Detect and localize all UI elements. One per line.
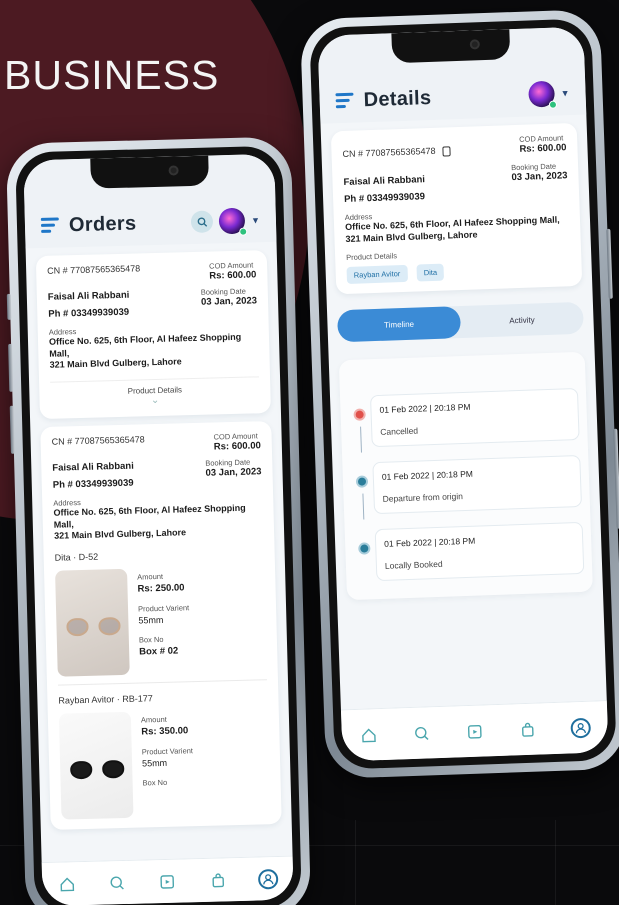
variant-value: 55mm: [138, 615, 164, 626]
status-dot-icon: [358, 542, 371, 556]
booking-value: 03 Jan, 2023: [200, 295, 258, 308]
product-heading: Dita · D-52: [54, 551, 99, 563]
sunglasses-icon: [70, 760, 125, 781]
phone-side-button: [613, 428, 619, 529]
product-heading: Rayban Avitor · RB-177: [58, 693, 153, 706]
hero-title: BUSINESS: [4, 52, 220, 98]
menu-icon[interactable]: [335, 92, 356, 110]
product-image: [58, 711, 134, 820]
amount-label: Amount: [137, 572, 164, 582]
booking-value: 03 Jan, 2023: [511, 170, 568, 184]
search-icon[interactable]: [107, 872, 128, 893]
bottom-nav: [340, 700, 609, 762]
menu-icon[interactable]: [40, 217, 61, 234]
online-status-icon: [239, 227, 248, 236]
cn-number: CN # 77087565365478: [47, 263, 141, 276]
order-card[interactable]: CN # 77087565365478 COD Amount Rs: 600.0…: [35, 250, 271, 420]
booking-value: 03 Jan, 2023: [205, 466, 262, 479]
phone-notch: [391, 29, 511, 64]
amount-value: Rs: 250.00: [137, 582, 185, 595]
home-icon[interactable]: [358, 725, 379, 746]
timeline-panel: 01 Feb 2022 | 20:18 PM Cancelled 01 Feb …: [338, 352, 593, 601]
timeline-status: Cancelled: [380, 425, 419, 438]
cod-value: Rs: 600.00: [209, 269, 257, 282]
customer-name: Faisal Ali Rabbani: [52, 460, 134, 474]
avatar[interactable]: [218, 207, 248, 236]
variant-label: Product Varient: [137, 603, 190, 614]
cod-value: Rs: 600.00: [519, 142, 567, 155]
variant-label: Product Varient: [141, 746, 194, 757]
amount-value: Rs: 350.00: [141, 725, 189, 738]
detail-card: CN # 77087565365478 COD Amount Rs: 600.0…: [330, 122, 583, 295]
avatar[interactable]: [528, 80, 558, 109]
tab-switcher: Timeline Activity: [337, 302, 584, 343]
timeline-date: 01 Feb 2022 | 20:18 PM: [384, 536, 476, 550]
online-status-icon: [548, 100, 558, 109]
order-card[interactable]: CN # 77087565365478 COD Amount Rs: 600.0…: [40, 421, 282, 831]
profile-icon[interactable]: [257, 868, 279, 890]
media-icon[interactable]: [464, 721, 485, 742]
divider: [58, 679, 267, 686]
phone-details: Details ▼ CN # 77087565365478 COD Amount…: [299, 8, 619, 780]
timeline-status: Departure from origin: [382, 491, 464, 505]
product-image: [55, 568, 130, 677]
timeline-item: 01 Feb 2022 | 20:18 PM Locally Booked: [353, 522, 585, 582]
customer-phone: Ph # 03349939039: [48, 306, 130, 320]
cod-value: Rs: 600.00: [213, 440, 261, 453]
bag-icon[interactable]: [518, 719, 539, 740]
product-chip[interactable]: Rayban Avitor: [346, 265, 408, 285]
status-dot-icon: [353, 408, 366, 422]
timeline-item: 01 Feb 2022 | 20:18 PM Departure from or…: [350, 455, 583, 520]
phone-orders: Orders ▼ CN # 77087565365478 COD Amount …: [5, 136, 312, 905]
grid-line: [355, 820, 356, 905]
timeline-status: Locally Booked: [384, 559, 443, 572]
customer-name: Faisal Ali Rabbani: [47, 289, 130, 303]
tab-timeline[interactable]: Timeline: [337, 306, 462, 343]
page-title: Orders: [68, 211, 137, 236]
tab-activity[interactable]: Activity: [460, 302, 584, 338]
cn-number: CN # 77087565365478: [51, 434, 145, 447]
grid-line: [555, 820, 556, 905]
timeline-item: 01 Feb 2022 | 20:18 PM Cancelled: [348, 388, 580, 453]
box-label: Box No: [142, 777, 168, 788]
sunglasses-icon: [66, 617, 121, 638]
page-title: Details: [363, 86, 432, 111]
media-icon[interactable]: [157, 871, 178, 892]
timeline-date: 01 Feb 2022 | 20:18 PM: [379, 402, 471, 416]
phone-side-button: [9, 405, 15, 454]
bag-icon[interactable]: [208, 870, 229, 891]
variant-value: 55mm: [141, 757, 168, 769]
profile-icon[interactable]: [570, 717, 592, 738]
phone-side-button: [606, 228, 613, 299]
copy-icon[interactable]: [441, 145, 451, 157]
box-label: Box No: [138, 635, 164, 645]
bottom-nav: [41, 855, 294, 905]
product-item[interactable]: Amount Rs: 250.00 Product Varient 55mm B…: [55, 565, 267, 677]
chevron-down-icon[interactable]: ▼: [560, 88, 569, 98]
phone-side-button: [8, 343, 14, 392]
phone-notch: [89, 155, 209, 189]
timeline-date: 01 Feb 2022 | 20:18 PM: [381, 469, 474, 483]
customer-name: Faisal Ali Rabbani: [343, 174, 426, 189]
amount-label: Amount: [140, 714, 167, 725]
product-item[interactable]: Amount Rs: 350.00 Product Varient 55mm B…: [58, 708, 271, 820]
phone-side-button: [6, 293, 12, 320]
customer-phone: Ph # 03349939039: [343, 191, 426, 206]
search-icon[interactable]: [411, 723, 432, 744]
cn-number: CN # 77087565365478: [342, 145, 436, 160]
chevron-down-icon[interactable]: ▼: [251, 215, 260, 225]
box-value: Box # 02: [139, 645, 179, 658]
home-icon[interactable]: [57, 874, 78, 895]
customer-phone: Ph # 03349939039: [52, 477, 134, 491]
search-icon[interactable]: [190, 210, 214, 234]
details-screen: Details ▼ CN # 77087565365478 COD Amount…: [317, 26, 609, 762]
product-chip[interactable]: Dita: [416, 263, 445, 282]
orders-screen: Orders ▼ CN # 77087565365478 COD Amount …: [23, 153, 294, 905]
promo-stage: BUSINESS Orders ▼ CN # 77087565365478 CO…: [0, 0, 619, 905]
status-dot-icon: [355, 475, 369, 489]
